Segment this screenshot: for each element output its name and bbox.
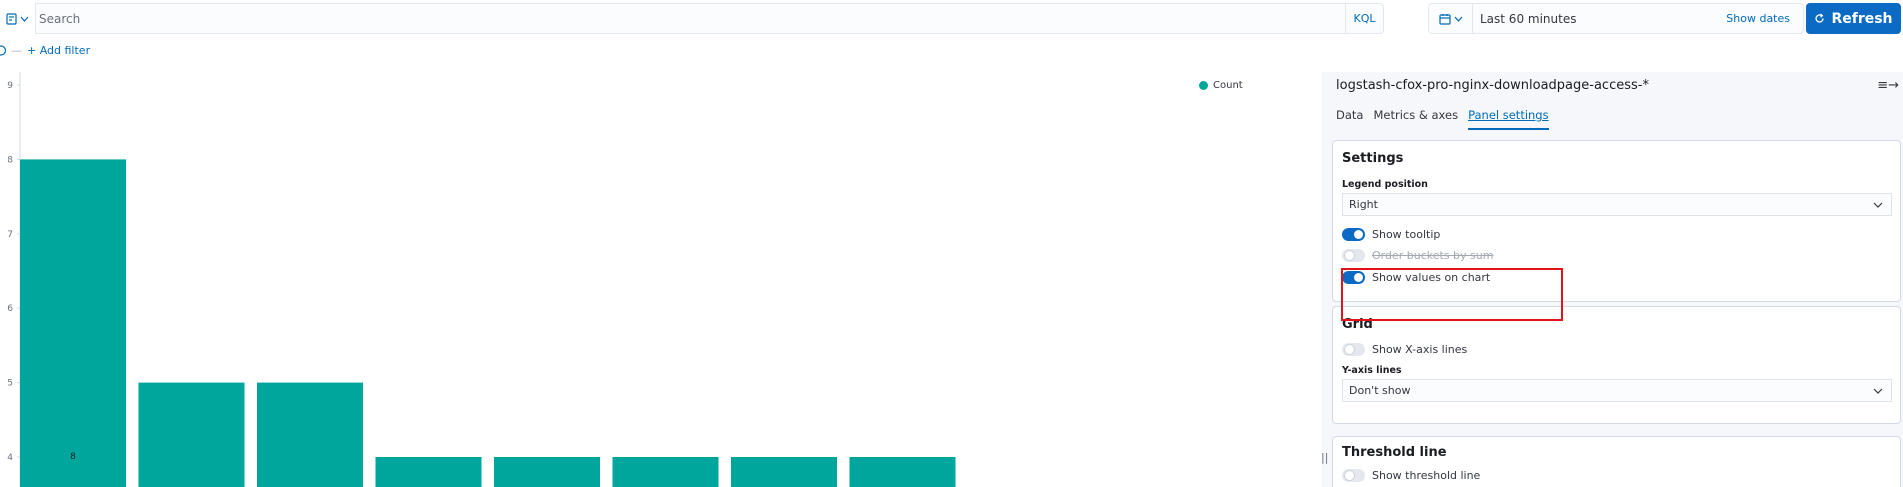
filter-bar: — + Add filter (0, 40, 90, 60)
show-x-lines-toggle[interactable] (1342, 343, 1365, 356)
y-tick-label: 8 (7, 155, 13, 165)
chevron-down-icon (20, 16, 28, 22)
threshold-card: Threshold line Show threshold line (1332, 436, 1901, 487)
saved-query-icon (5, 12, 17, 25)
grid-card: Grid Show X-axis lines Y-axis lines Don'… (1332, 306, 1901, 424)
collapse-sidebar-icon[interactable]: ≡→ (1877, 78, 1899, 93)
y-lines-label: Y-axis lines (1342, 365, 1402, 376)
legend-swatch (1199, 81, 1208, 90)
y-tick-label: 9 (7, 81, 13, 91)
threshold-title: Threshold line (1342, 445, 1447, 460)
settings-title: Settings (1342, 151, 1404, 166)
y-lines-select[interactable]: Don't show (1342, 379, 1892, 402)
chart-bar[interactable] (612, 457, 719, 487)
chart-legend[interactable]: Count (1199, 80, 1243, 91)
refresh-button[interactable]: Refresh (1806, 3, 1901, 34)
order-buckets-row: Order buckets by sum (1342, 249, 1493, 262)
y-tick-label: 5 (7, 379, 13, 389)
legend-position-value: Right (1349, 198, 1378, 211)
resize-handle-icon[interactable]: || (1321, 451, 1328, 464)
chart-bar[interactable] (257, 382, 363, 487)
bar-chart: 9 8 7 6 5 4 8 (0, 72, 1320, 487)
show-threshold-toggle[interactable] (1342, 469, 1365, 482)
y-tick-label: 4 (7, 453, 13, 463)
order-buckets-toggle[interactable] (1342, 249, 1365, 262)
bar-value-label: 8 (70, 452, 76, 462)
tab-data[interactable]: Data (1336, 108, 1363, 130)
chart-bar[interactable] (375, 457, 482, 487)
chevron-down-icon (1873, 388, 1883, 394)
sidebar-tabs: Data Metrics & axes Panel settings (1336, 108, 1549, 130)
legend-position-select[interactable]: Right (1342, 193, 1892, 216)
show-threshold-row: Show threshold line (1342, 469, 1480, 482)
chart-bar[interactable] (494, 457, 600, 487)
chart-bar[interactable] (849, 457, 956, 487)
show-x-lines-label: Show X-axis lines (1372, 343, 1468, 356)
chevron-down-icon (1873, 202, 1883, 208)
time-range-text: Last 60 minutes (1480, 11, 1577, 26)
show-tooltip-label: Show tooltip (1372, 228, 1441, 241)
show-dates-link[interactable]: Show dates (1726, 12, 1803, 25)
tab-panel-settings[interactable]: Panel settings (1468, 108, 1549, 130)
show-tooltip-row: Show tooltip (1342, 228, 1440, 241)
query-language-button[interactable]: KQL (1345, 4, 1383, 33)
search-placeholder: Search (39, 11, 81, 26)
search-input[interactable]: Search KQL (35, 3, 1384, 34)
query-bar: Search KQL Last 60 minutes Show dates Re… (0, 0, 1903, 38)
date-picker[interactable]: Last 60 minutes Show dates (1428, 3, 1804, 34)
chart-bar[interactable] (138, 382, 245, 487)
calendar-icon (1438, 13, 1451, 25)
legend-position-label: Legend position (1342, 179, 1428, 190)
saved-query-menu[interactable] (0, 3, 34, 34)
order-buckets-label: Order buckets by sum (1372, 249, 1494, 262)
chevron-down-icon (1454, 16, 1462, 22)
quick-date-menu[interactable] (1429, 4, 1473, 33)
filter-options-icon[interactable] (0, 44, 8, 56)
show-tooltip-toggle[interactable] (1342, 228, 1365, 241)
tab-metrics-axes[interactable]: Metrics & axes (1373, 108, 1458, 130)
y-tick-label: 6 (7, 304, 13, 314)
add-filter-link[interactable]: + Add filter (27, 44, 90, 57)
y-tick-label: 7 (7, 230, 13, 240)
y-lines-value: Don't show (1349, 384, 1411, 397)
chart-bar[interactable] (731, 457, 837, 487)
show-x-lines-row: Show X-axis lines (1342, 343, 1467, 356)
chart-canvas: 9 8 7 6 5 4 8 (7, 72, 956, 487)
legend-label: Count (1213, 80, 1243, 91)
index-pattern-title: logstash-cfox-pro-nginx-downloadpage-acc… (1336, 78, 1649, 93)
highlight-box (1341, 268, 1563, 321)
refresh-icon (1815, 13, 1825, 23)
divider: — (11, 43, 22, 57)
refresh-label: Refresh (1831, 10, 1893, 27)
chart-bar[interactable] (20, 159, 126, 487)
show-threshold-label: Show threshold line (1372, 469, 1481, 482)
